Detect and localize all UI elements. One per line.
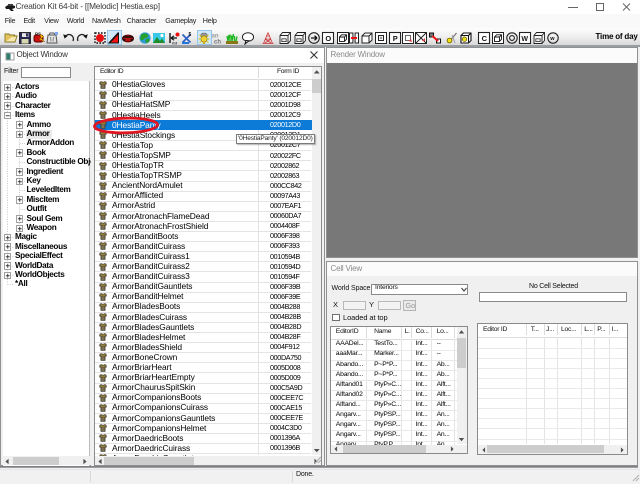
svg-text:C: C xyxy=(482,34,488,43)
svg-text:ch: ch xyxy=(214,39,221,45)
svg-text:5: 5 xyxy=(188,32,191,38)
svg-text:KM: KM xyxy=(172,41,177,45)
svg-text:P: P xyxy=(392,34,397,43)
svg-text:w: w xyxy=(549,36,555,42)
svg-text:O: O xyxy=(326,34,332,43)
svg-text:W: W xyxy=(521,36,528,43)
